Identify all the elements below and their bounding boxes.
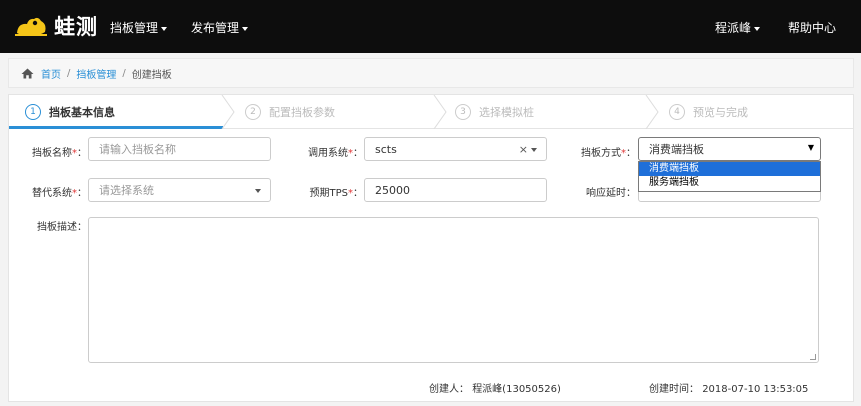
menu-release-management-label: 发布管理 [191,21,240,35]
expected-tps-label: 预期TPS*： [309,188,364,199]
baffle-name-input[interactable]: 请输入挡板名称 [88,137,271,161]
step-label: 选择模拟桩 [479,106,534,119]
breadcrumb-home[interactable]: 首页 [41,66,61,81]
step-label: 配置挡板参数 [269,106,335,119]
top-navbar: 蛙测 挡板管理 发布管理 程派峰 帮助中心 [0,0,861,53]
user-name: 程派峰 [715,21,752,35]
breadcrumb-separator: / [122,67,126,79]
dropdown-option[interactable]: 消费端挡板 [639,162,820,176]
response-delay-label: 响应延时： [586,188,636,199]
created-time-info: 创建时间： 2018-07-10 13:53:05 [649,380,808,395]
step-preview-finish[interactable]: 4 预览与完成 [669,95,748,129]
dropdown-option[interactable]: 服务端挡板 [639,176,820,190]
menu-release-management[interactable]: 发布管理 [191,19,249,36]
baffle-mode-dropdown-list: 消费端挡板 服务端挡板 [638,161,821,192]
dropdown-arrow-icon: ▼ [807,143,814,152]
description-label: 挡板描述： [37,222,87,233]
breadcrumb-current: 创建挡板 [131,69,172,81]
chevron-down-icon [161,26,168,31]
baffle-mode-value: 消费端挡板 [649,143,704,156]
created-time-label: 创建时间： [649,384,699,395]
frog-logo-icon [15,17,47,36]
step-label: 预览与完成 [693,106,748,119]
alt-system-select[interactable]: 请选择系统 [88,178,271,202]
step-number: 1 [25,104,41,120]
step-number: 4 [669,104,685,120]
creator-info: 创建人： 程派峰(13050526) [429,380,561,395]
creator-value: 程派峰(13050526) [472,384,561,395]
step-label: 挡板基本信息 [49,106,115,119]
calling-system-value: scts [375,142,397,156]
creator-label: 创建人： [429,384,469,395]
menu-baffle-management-label: 挡板管理 [110,21,159,35]
menu-baffle-management[interactable]: 挡板管理 [110,19,168,36]
create-baffle-panel: 1 挡板基本信息 2 配置挡板参数 3 选择模拟桩 4 预览与完成 挡板名称*：… [8,94,854,402]
step-separator-icon [645,95,659,129]
calling-system-label: 调用系统*： [308,148,363,159]
description-textarea[interactable] [88,217,819,363]
user-menu[interactable]: 程派峰 [715,19,761,36]
step-separator-icon [433,95,447,129]
step-basic-info[interactable]: 1 挡板基本信息 [25,95,115,129]
resize-handle-icon[interactable] [810,354,816,360]
step-number: 3 [455,104,471,120]
clear-icon[interactable]: × [519,143,528,156]
alt-system-label: 替代系统*： [32,188,87,199]
chevron-down-icon [255,189,261,193]
alt-system-placeholder: 请选择系统 [99,184,154,197]
chevron-down-icon [242,26,249,31]
calling-system-select[interactable]: scts × [364,137,547,161]
baffle-name-label: 挡板名称*： [32,148,87,159]
step-select-stub[interactable]: 3 选择模拟桩 [455,95,534,129]
baffle-mode-label: 挡板方式*： [581,148,636,159]
help-center-link[interactable]: 帮助中心 [788,19,836,36]
step-number: 2 [245,104,261,120]
breadcrumb-baffle-management[interactable]: 挡板管理 [76,66,116,81]
baffle-mode-select[interactable]: 消费端挡板 ▼ [638,137,821,161]
app-logo[interactable]: 蛙测 [14,12,98,40]
step-separator-icon [221,95,235,129]
created-time-value: 2018-07-10 13:53:05 [702,384,809,395]
home-icon [21,68,34,78]
active-step-indicator [9,126,223,129]
wizard-steps: 1 挡板基本信息 2 配置挡板参数 3 选择模拟桩 4 预览与完成 [9,95,853,129]
chevron-down-icon [754,26,761,31]
breadcrumb-separator: / [67,67,71,79]
step-configure-params[interactable]: 2 配置挡板参数 [245,95,335,129]
expected-tps-input[interactable]: 25000 [364,178,547,202]
chevron-down-icon [531,148,537,152]
breadcrumb: 首页 / 挡板管理 / 创建挡板 [8,58,854,88]
brand-name: 蛙测 [54,15,98,39]
